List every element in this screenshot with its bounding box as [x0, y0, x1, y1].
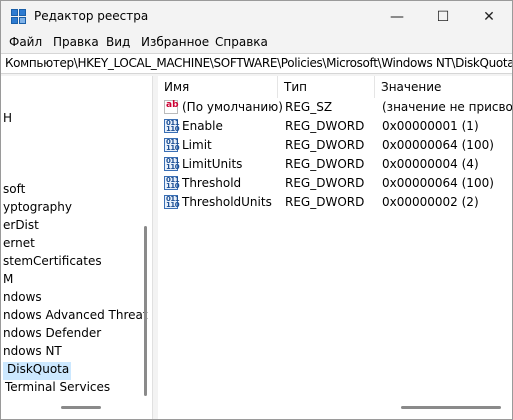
tree-item[interactable]: erDist	[1, 218, 39, 236]
address-path[interactable]: Компьютер\HKEY_LOCAL_MACHINE\SOFTWARE\Po…	[5, 56, 512, 70]
value-type: REG_DWORD	[285, 119, 365, 133]
binary-value-icon: 011 110	[164, 157, 180, 171]
tree-item[interactable]: ndows Advanced Threat	[1, 308, 148, 326]
menu-file[interactable]: Файл	[9, 35, 42, 49]
tree-item[interactable]: Terminal Services	[1, 380, 110, 398]
value-name: Enable	[182, 119, 223, 133]
registry-editor-window: Редактор реестра — ☐ ✕ Файл Правка Вид И…	[0, 0, 513, 420]
value-type: REG_SZ	[285, 100, 333, 114]
menu-favorites[interactable]: Избранное	[141, 35, 209, 49]
value-row[interactable]: 011 110 LimitUnits REG_DWORD 0x00000004 (…	[158, 155, 512, 174]
value-row[interactable]: 011 110 Threshold REG_DWORD 0x00000064 (1…	[158, 174, 512, 193]
value-type: REG_DWORD	[285, 176, 365, 190]
value-row[interactable]: ab (По умолчанию) REG_SZ (значение не пр…	[158, 98, 512, 117]
value-data: 0x00000002 (2)	[382, 195, 479, 209]
tree-item[interactable]: H	[1, 111, 12, 129]
close-button[interactable]: ✕	[466, 1, 512, 33]
value-data: 0x00000001 (1)	[382, 119, 479, 133]
value-type: REG_DWORD	[285, 157, 365, 171]
menu-edit[interactable]: Правка	[53, 35, 99, 49]
value-name: LimitUnits	[182, 157, 243, 171]
tree-item[interactable]: ndows Defender	[1, 326, 101, 344]
tree-vertical-scrollbar[interactable]	[144, 226, 147, 396]
tree-horizontal-scrollbar[interactable]	[61, 406, 101, 409]
string-value-icon: ab	[164, 100, 179, 114]
value-data: 0x00000004 (4)	[382, 157, 479, 171]
menu-bar: Файл Правка Вид Избранное Справка	[1, 33, 512, 53]
binary-value-icon: 011 110	[164, 138, 180, 152]
menu-view[interactable]: Вид	[106, 35, 130, 49]
values-horizontal-scrollbar[interactable]	[401, 406, 501, 409]
column-header-name[interactable]: Имя	[158, 76, 278, 98]
binary-value-icon: 011 110	[164, 176, 180, 190]
value-data: 0x00000064 (100)	[382, 176, 494, 190]
values-pane: Имя Тип Значение ab (По умолчанию) REG_S…	[158, 76, 512, 419]
value-row[interactable]: 011 110 ThresholdUnits REG_DWORD 0x000000…	[158, 193, 512, 212]
value-name: Threshold	[182, 176, 242, 190]
tree-item[interactable]: ndows	[1, 290, 42, 308]
value-type: REG_DWORD	[285, 195, 365, 209]
tree-item[interactable]: soft	[1, 182, 25, 200]
tree-item-selected-diskquota[interactable]: DiskQuota	[3, 362, 71, 380]
menu-help[interactable]: Справка	[215, 35, 268, 49]
value-name: ThresholdUnits	[182, 195, 272, 209]
tree-item[interactable]: ndows NT	[1, 344, 62, 362]
window-title: Редактор реестра	[34, 9, 149, 23]
value-data: (значение не присвоено)	[382, 100, 512, 114]
binary-value-icon: 011 110	[164, 195, 180, 209]
binary-value-icon: 011 110	[164, 119, 180, 133]
tree-item[interactable]: M	[1, 272, 13, 290]
key-tree-pane[interactable]: H soft yptography erDist ernet stemCerti…	[1, 76, 153, 419]
value-row[interactable]: 011 110 Limit REG_DWORD 0x00000064 (100)	[158, 136, 512, 155]
address-bar[interactable]: Компьютер\HKEY_LOCAL_MACHINE\SOFTWARE\Po…	[1, 53, 512, 74]
value-name: Limit	[182, 138, 212, 152]
value-type: REG_DWORD	[285, 138, 365, 152]
value-row[interactable]: 011 110 Enable REG_DWORD 0x00000001 (1)	[158, 117, 512, 136]
tree-item[interactable]: yptography	[1, 200, 72, 218]
registry-editor-icon	[11, 9, 27, 25]
minimize-button[interactable]: —	[374, 1, 420, 33]
title-bar[interactable]: Редактор реестра — ☐ ✕	[1, 1, 512, 33]
value-data: 0x00000064 (100)	[382, 138, 494, 152]
maximize-button[interactable]: ☐	[420, 1, 466, 33]
tree-item[interactable]: stemCertificates	[1, 254, 102, 272]
column-header-value[interactable]: Значение	[375, 76, 512, 98]
column-header-type[interactable]: Тип	[278, 76, 375, 98]
tree-item[interactable]: ernet	[1, 236, 35, 254]
value-name: (По умолчанию)	[182, 100, 283, 114]
